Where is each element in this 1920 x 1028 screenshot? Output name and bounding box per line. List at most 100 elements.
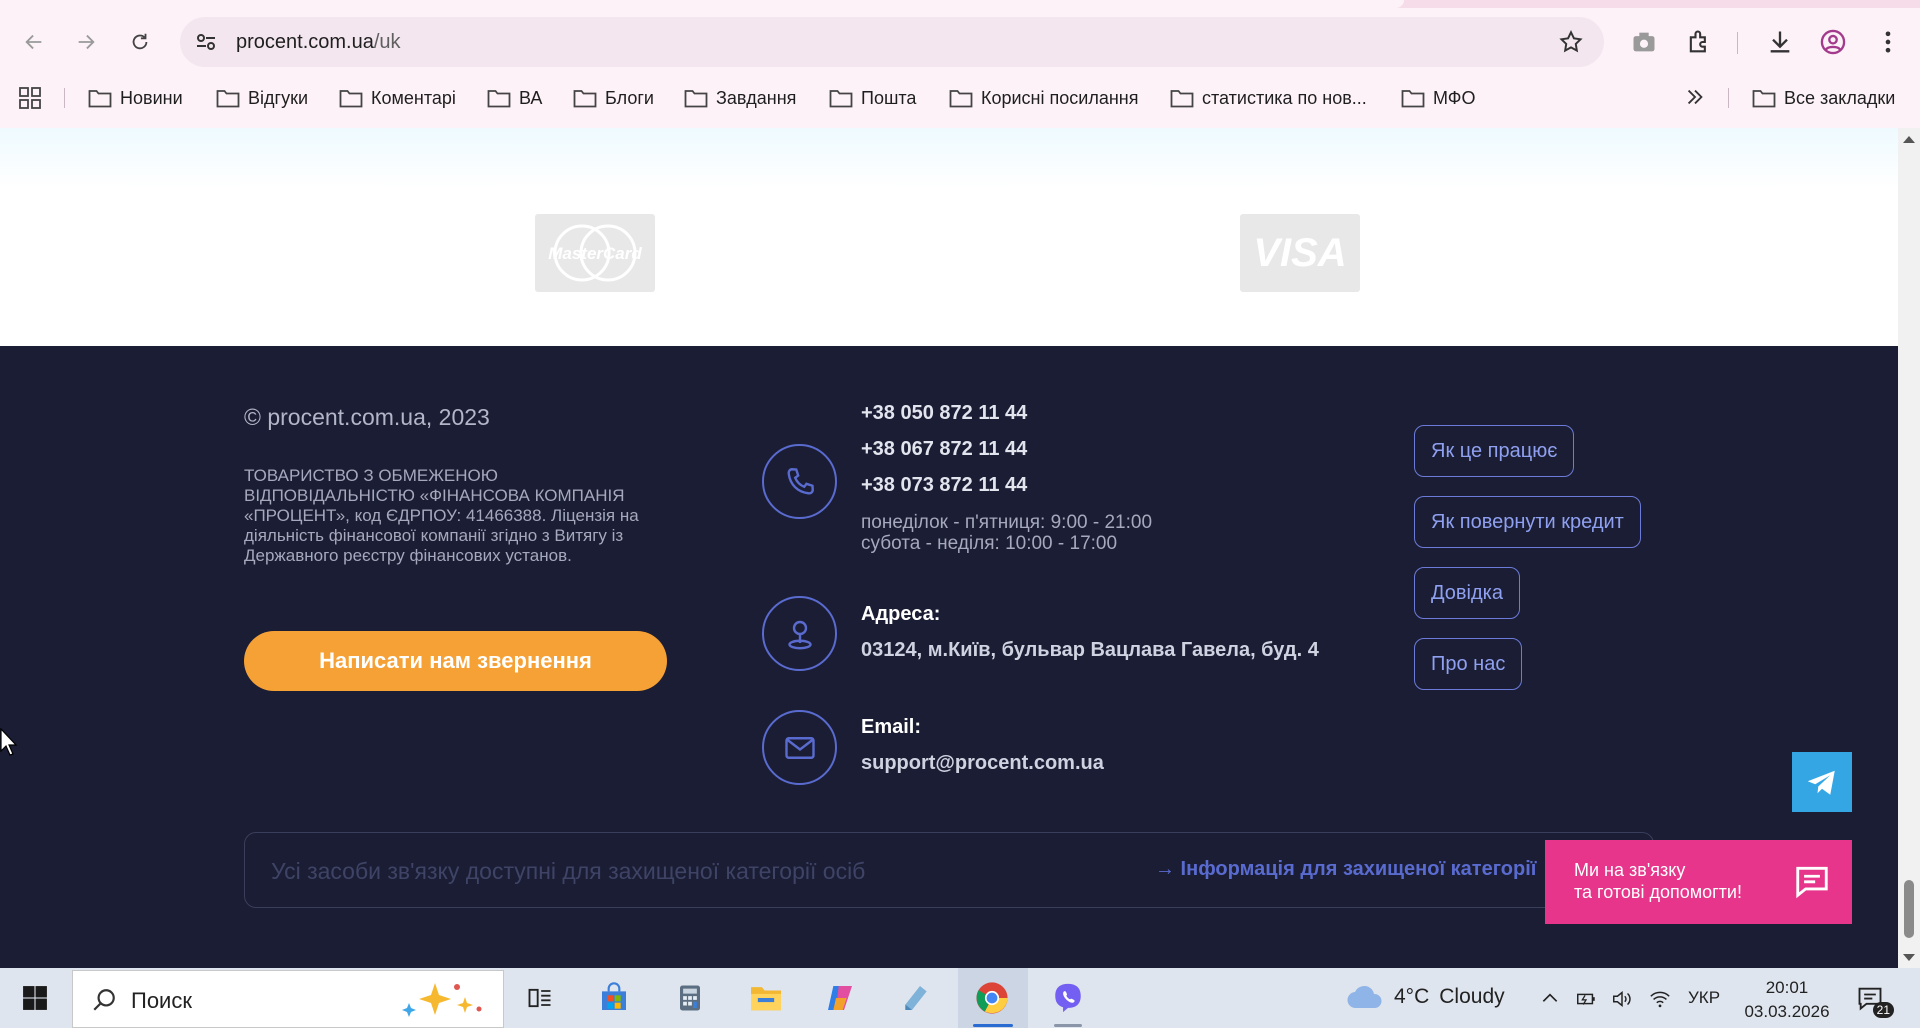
forward-button[interactable]: [70, 26, 102, 58]
chevron-double-right-icon[interactable]: [1684, 86, 1706, 108]
phone-number[interactable]: +38 067 872 11 44: [861, 438, 1027, 461]
bookmarks-separator: [64, 88, 65, 108]
bookmark-star-icon[interactable]: [1558, 29, 1584, 55]
about-us-button[interactable]: Про нас: [1414, 638, 1523, 690]
volume-icon[interactable]: [1610, 988, 1634, 1010]
all-bookmarks-folder[interactable]: Все закладки: [1752, 84, 1895, 112]
folder-icon: [1401, 90, 1425, 108]
address-value: 03124, м.Київ, бульвар Вацлава Гавела, б…: [861, 639, 1319, 661]
phone-icon: [787, 467, 814, 495]
scroll-down-arrow-icon[interactable]: [1903, 954, 1915, 961]
cloud-icon: [1347, 985, 1382, 1009]
back-button[interactable]: [18, 26, 50, 58]
bookmark-folder[interactable]: статистика по нов...: [1170, 84, 1367, 112]
bookmark-folder[interactable]: Відгуки: [216, 84, 308, 112]
bookmark-label: Відгуки: [248, 87, 309, 108]
phone-number[interactable]: +38 050 872 11 44: [861, 402, 1027, 425]
weather-widget[interactable]: 4°C Cloudy: [1346, 984, 1505, 1010]
scrollbar-thumb[interactable]: [1904, 880, 1914, 938]
viber-icon[interactable]: [1050, 980, 1086, 1016]
file-explorer-icon[interactable]: [748, 980, 784, 1016]
location-circle: [762, 596, 837, 671]
url-domain: procent.com.ua: [236, 31, 374, 53]
phone-number[interactable]: +38 073 872 11 44: [861, 474, 1027, 497]
bookmark-folder[interactable]: Пошта: [829, 84, 916, 112]
bookmark-label: ВА: [519, 87, 543, 108]
copilot-icon[interactable]: [822, 980, 858, 1016]
mastercard-text: MasterCard: [548, 244, 642, 263]
bookmark-folder[interactable]: Коментарі: [339, 84, 456, 112]
site-settings-icon[interactable]: [194, 30, 218, 54]
viber-open-indicator: [1054, 1024, 1082, 1027]
profile-icon[interactable]: [1819, 28, 1847, 56]
folder-icon: [88, 90, 112, 108]
phone-circle: [762, 444, 837, 519]
bookmark-folder[interactable]: Корисні посилання: [949, 84, 1138, 112]
visa-logo: VISA: [1240, 214, 1360, 292]
folder-icon: [339, 90, 363, 108]
chrome-active-indicator: [973, 1024, 1013, 1027]
bookmark-folder[interactable]: Завдання: [684, 84, 796, 112]
screenshot-icon[interactable]: [1630, 28, 1658, 56]
bookmark-folder[interactable]: Новини: [88, 84, 183, 112]
email-link[interactable]: support@procent.com.ua: [861, 752, 1104, 775]
more-menu-icon[interactable]: [1874, 28, 1902, 56]
chevron-up-icon[interactable]: [1540, 988, 1560, 1008]
page-scrollbar[interactable]: [1898, 128, 1920, 968]
protected-category-link[interactable]: → Інформація для захищеної категорії: [1155, 858, 1536, 881]
task-view-icon[interactable]: [522, 980, 558, 1016]
windows-taskbar: Поиск 4°C Cloudy УКР 20:01 03.03.2026 21: [0, 968, 1920, 1028]
bookmark-label: Блоги: [605, 87, 654, 108]
mail-icon: [784, 736, 815, 759]
chat-bubble-icon: [1796, 866, 1828, 899]
notice-text: Усі засоби зв'язку доступні для захищено…: [271, 858, 866, 884]
folder-icon: [1170, 90, 1194, 108]
notes-app-icon[interactable]: [898, 980, 934, 1016]
how-to-repay-button[interactable]: Як повернути кредит: [1414, 496, 1641, 548]
bookmark-folder[interactable]: ВА: [487, 84, 542, 112]
all-bookmarks-label: Все закладки: [1784, 87, 1896, 108]
download-icon[interactable]: [1766, 28, 1794, 56]
working-hours-weekend: субота - неділя: 10:00 - 17:00: [861, 533, 1118, 554]
system-clock[interactable]: 20:01 03.03.2026: [1742, 976, 1832, 1024]
bookmarks-separator: [1728, 88, 1729, 108]
protected-category-notice: Усі засоби зв'язку доступні для захищено…: [244, 832, 1654, 908]
notification-count-badge: 21: [1872, 1002, 1894, 1018]
language-indicator[interactable]: УКР: [1688, 988, 1720, 1008]
mastercard-logo: MasterCard: [535, 214, 655, 292]
scroll-up-arrow-icon[interactable]: [1903, 136, 1915, 143]
bookmarks-bar: Новини Відгуки Коментарі ВА Блоги Завдан…: [0, 80, 1920, 116]
windows-start-icon[interactable]: [22, 985, 48, 1011]
notification-center[interactable]: 21: [1856, 984, 1894, 1018]
network-icon[interactable]: [1648, 988, 1672, 1010]
reload-button[interactable]: [124, 26, 156, 58]
bookmark-label: статистика по нов...: [1202, 87, 1367, 108]
location-pin-icon: [787, 620, 812, 649]
chrome-icon[interactable]: [974, 980, 1010, 1016]
battery-icon[interactable]: [1574, 988, 1598, 1010]
help-button[interactable]: Довідка: [1414, 567, 1520, 619]
extensions-icon[interactable]: [1685, 28, 1713, 56]
calculator-icon[interactable]: [672, 980, 708, 1016]
bookmark-folder[interactable]: Блоги: [573, 84, 654, 112]
reload-icon: [132, 33, 148, 50]
microsoft-store-icon[interactable]: [596, 980, 632, 1016]
chat-widget[interactable]: Ми на зв'язку та готові допомогти!: [1545, 840, 1852, 924]
url-text: procent.com.ua/uk: [236, 31, 401, 54]
arrow-left-icon: [25, 34, 42, 50]
bookmark-label: Корисні посилання: [981, 87, 1139, 108]
address-bar[interactable]: procent.com.ua/uk: [180, 17, 1604, 67]
folder-icon: [216, 90, 240, 108]
bookmark-label: МФО: [1433, 87, 1476, 108]
how-it-works-button[interactable]: Як це працює: [1414, 425, 1575, 477]
visa-text: VISA: [1253, 230, 1347, 275]
bookmark-label: Новини: [120, 87, 183, 108]
telegram-button[interactable]: [1792, 752, 1852, 812]
folder-icon: [1752, 90, 1776, 108]
write-appeal-button[interactable]: Написати нам звернення: [244, 631, 667, 691]
mouse-cursor-icon: [0, 728, 18, 756]
working-hours-weekdays: понеділок - п'ятниця: 9:00 - 21:00: [861, 512, 1153, 533]
bookmark-folder[interactable]: МФО: [1401, 84, 1475, 112]
taskbar-search[interactable]: Поиск: [72, 970, 504, 1028]
weather-temperature: 4°C: [1394, 985, 1430, 1008]
